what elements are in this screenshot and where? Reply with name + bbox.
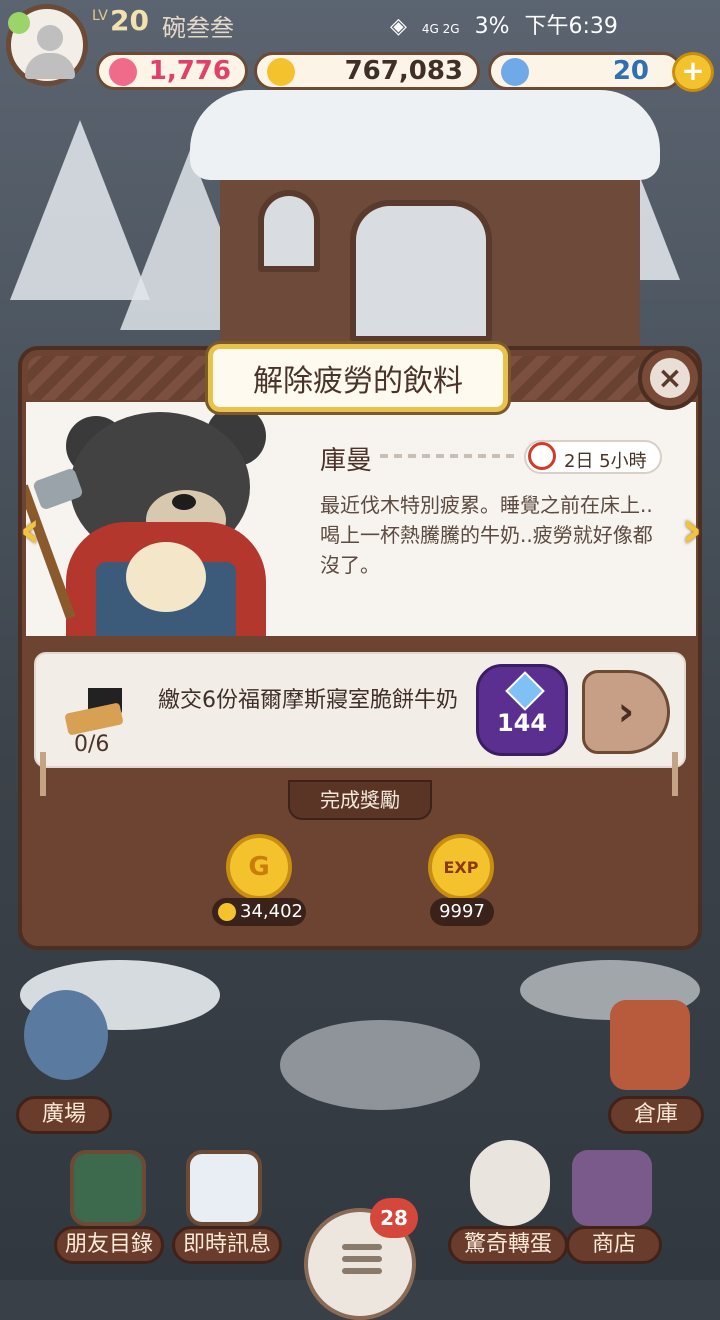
- snow-pile: [280, 1020, 480, 1110]
- wifi-icon: ◈: [390, 14, 407, 39]
- npc-name: 庫曼: [320, 446, 373, 476]
- nav-warehouse[interactable]: 倉庫: [608, 1096, 704, 1134]
- npc-portrait: [26, 402, 276, 636]
- message-card-icon[interactable]: [186, 1150, 262, 1226]
- quest-title: 解除疲勞的飲料: [208, 344, 508, 412]
- close-icon: ×: [650, 358, 690, 398]
- clock: 下午6:39: [524, 14, 618, 39]
- system-status: ◈ 4G 2G 3% 下午6:39: [390, 8, 626, 40]
- friends-book-icon[interactable]: [70, 1150, 146, 1226]
- nav-friends[interactable]: 朋友目錄: [54, 1226, 164, 1264]
- coin-reward-icon: G: [226, 834, 292, 900]
- coin-icon: [218, 903, 236, 921]
- nav-gacha[interactable]: 驚奇轉蛋: [448, 1226, 568, 1264]
- coin-icon: [267, 58, 295, 86]
- menu-icon: [342, 1244, 382, 1250]
- cabin-window: [258, 190, 320, 272]
- hearts-counter[interactable]: 1,776: [96, 52, 248, 90]
- gem-icon: [505, 671, 545, 711]
- chat-icon[interactable]: [8, 12, 30, 34]
- reward-header: 完成獎勵: [288, 780, 432, 820]
- notification-badge: 28: [370, 1198, 418, 1238]
- gem-icon: [501, 58, 529, 86]
- gem-cost: 144: [496, 709, 548, 737]
- gems-counter[interactable]: 20: [488, 52, 682, 90]
- close-button[interactable]: ×: [638, 346, 702, 410]
- coins-counter[interactable]: 767,083: [254, 52, 480, 90]
- nav-messages[interactable]: 即時訊息: [172, 1226, 282, 1264]
- requirement-text: 繳交6份福爾摩斯寢室脆餅牛奶: [158, 688, 458, 713]
- battery-level: 3%: [474, 14, 510, 39]
- timer-text: 2日 5小時: [564, 451, 647, 472]
- add-gems-button[interactable]: +: [672, 52, 714, 92]
- exp-reward-amount: 9997: [430, 898, 494, 926]
- plaza-tree-icon[interactable]: [24, 990, 108, 1080]
- go-button[interactable]: ›: [582, 670, 670, 754]
- player-level: 20: [110, 4, 149, 37]
- heart-icon: [109, 58, 137, 86]
- exp-reward-icon: EXP: [428, 834, 494, 900]
- quest-description: 最近伐木特別疲累。睡覺之前在床上..喝上一杯熱騰騰的牛奶..疲勞就好像都沒了。: [320, 493, 653, 577]
- coin-reward-amount: 34,402: [212, 898, 306, 926]
- status-bar: LV 20 碗叁叁 ◈ 4G 2G 3% 下午6:39: [0, 0, 720, 86]
- rope-decoration: [40, 752, 46, 796]
- quest-timer: 2日 5小時: [524, 440, 662, 474]
- cabin-window: [350, 200, 492, 342]
- nav-shop[interactable]: 商店: [566, 1226, 662, 1264]
- warehouse-icon[interactable]: [610, 1000, 690, 1090]
- instant-complete-button[interactable]: 144: [476, 664, 568, 756]
- next-quest-arrow[interactable]: ›: [672, 502, 712, 558]
- network-indicator: 4G 2G: [421, 22, 460, 36]
- add-label: +: [681, 54, 705, 87]
- nav-plaza[interactable]: 廣場: [16, 1096, 112, 1134]
- alarm-clock-icon: [528, 442, 556, 470]
- cabin-roof-snow: [190, 90, 660, 180]
- gacha-machine-icon[interactable]: [470, 1140, 550, 1226]
- ornament-divider: [380, 454, 520, 458]
- requirement-progress: 0/6: [74, 732, 110, 757]
- level-prefix: LV: [92, 8, 108, 24]
- prev-quest-arrow[interactable]: ‹: [10, 502, 50, 558]
- shop-icon[interactable]: [572, 1150, 652, 1226]
- player-nickname: 碗叁叁: [162, 14, 234, 42]
- rope-decoration: [672, 752, 678, 796]
